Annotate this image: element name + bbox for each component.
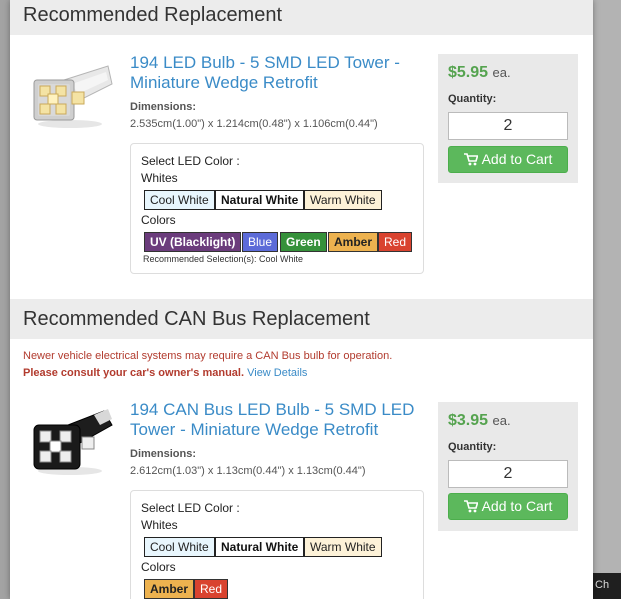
product-price: $3.95 ea. xyxy=(448,412,511,430)
swatch-green[interactable]: Green xyxy=(280,232,327,252)
canbus-notice-line-2: Please consult your car's owner's manual… xyxy=(23,367,307,379)
cart-icon xyxy=(463,153,478,166)
whites-label: Whites xyxy=(141,171,178,185)
swatch-amber[interactable]: Amber xyxy=(144,579,195,599)
led-bulb-icon xyxy=(33,65,113,128)
dimensions-label: Dimensions: xyxy=(130,101,197,113)
select-led-color-label: Select LED Color : xyxy=(141,154,240,168)
whites-label: Whites xyxy=(141,518,178,532)
canbus-notice-bold: Please consult your car's owner's manual… xyxy=(23,367,245,379)
swatch-cool-white[interactable]: Cool White xyxy=(144,537,215,557)
add-to-cart-button[interactable]: Add to Cart xyxy=(448,146,568,173)
select-led-color-label: Select LED Color : xyxy=(141,501,240,515)
led-color-selector: Select LED Color : Whites Cool White Nat… xyxy=(130,490,424,599)
quantity-label: Quantity: xyxy=(448,93,497,105)
swatch-uv-blacklight[interactable]: UV (Blacklight) xyxy=(144,232,242,252)
add-to-cart-button[interactable]: Add to Cart xyxy=(448,493,568,520)
swatch-red[interactable]: Red xyxy=(378,232,413,252)
section-title: Recommended CAN Bus Replacement xyxy=(23,308,370,330)
buy-box: $5.95 ea. Quantity: Add to Cart xyxy=(438,54,578,183)
cart-icon xyxy=(463,500,478,513)
quantity-label: Quantity: xyxy=(448,441,497,453)
product-title-line-2[interactable]: Tower - Miniature Wedge Retrofit xyxy=(130,420,414,440)
product-price: $5.95 ea. xyxy=(448,64,511,82)
swatch-warm-white[interactable]: Warm White xyxy=(304,537,382,557)
product-image-194-canbus[interactable] xyxy=(24,405,116,477)
add-to-cart-label[interactable]: Add to Cart xyxy=(482,498,553,514)
colors-label: Colors xyxy=(141,213,176,227)
buy-box: $3.95 ea. Quantity: Add to Cart xyxy=(438,402,578,531)
price-unit: ea. xyxy=(492,65,511,80)
dimensions-label: Dimensions: xyxy=(130,448,197,460)
product-image-194-led[interactable] xyxy=(24,58,116,130)
swatch-natural-white[interactable]: Natural White xyxy=(215,190,305,210)
led-bulb-icon xyxy=(33,409,113,475)
price-unit: ea. xyxy=(492,413,511,428)
section-title: Recommended Replacement xyxy=(23,4,283,26)
canbus-notice-line-1: Newer vehicle electrical systems may req… xyxy=(23,350,393,362)
product-title-link-194-led[interactable]: 194 LED Bulb - 5 SMD LED Tower - Miniatu… xyxy=(130,53,400,93)
dimensions-value: 2.612cm(1.03") x 1.13cm(0.44") x 1.13cm(… xyxy=(130,465,366,477)
price-value: $5.95 xyxy=(448,64,489,81)
quantity-input[interactable] xyxy=(448,460,568,488)
price-value: $3.95 xyxy=(448,412,489,429)
dimensions-value: 2.535cm(1.00") x 1.214cm(0.48") x 1.106c… xyxy=(130,118,378,130)
swatch-blue[interactable]: Blue xyxy=(242,232,279,252)
swatch-amber[interactable]: Amber xyxy=(328,232,379,252)
product-title-line-2[interactable]: Miniature Wedge Retrofit xyxy=(130,73,400,93)
swatch-red[interactable]: Red xyxy=(194,579,229,599)
swatch-cool-white[interactable]: Cool White xyxy=(144,190,215,210)
product-title-line-1[interactable]: 194 LED Bulb - 5 SMD LED Tower - xyxy=(130,53,400,73)
quantity-input[interactable] xyxy=(448,112,568,140)
replacement-modal: Recommended Replacement 194 LED Bulb - 5… xyxy=(10,0,593,599)
page-background-left xyxy=(0,0,10,599)
chat-tab-label: Ch xyxy=(595,579,610,591)
section-header-canbus: Recommended CAN Bus Replacement xyxy=(10,299,593,339)
add-to-cart-label[interactable]: Add to Cart xyxy=(482,151,553,167)
product-title-link-194-canbus[interactable]: 194 CAN Bus LED Bulb - 5 SMD LED Tower -… xyxy=(130,400,414,440)
colors-label: Colors xyxy=(141,560,176,574)
swatch-natural-white[interactable]: Natural White xyxy=(215,537,305,557)
swatch-warm-white[interactable]: Warm White xyxy=(304,190,382,210)
section-header-replacement: Recommended Replacement xyxy=(10,0,593,35)
product-title-line-1[interactable]: 194 CAN Bus LED Bulb - 5 SMD LED xyxy=(130,400,414,420)
view-details-link[interactable]: View Details xyxy=(247,367,307,379)
led-color-selector: Select LED Color : Whites Cool White Nat… xyxy=(130,143,424,274)
recommended-selection-text: Recommended Selection(s): Cool White xyxy=(143,254,304,264)
page-background-right xyxy=(593,0,621,599)
